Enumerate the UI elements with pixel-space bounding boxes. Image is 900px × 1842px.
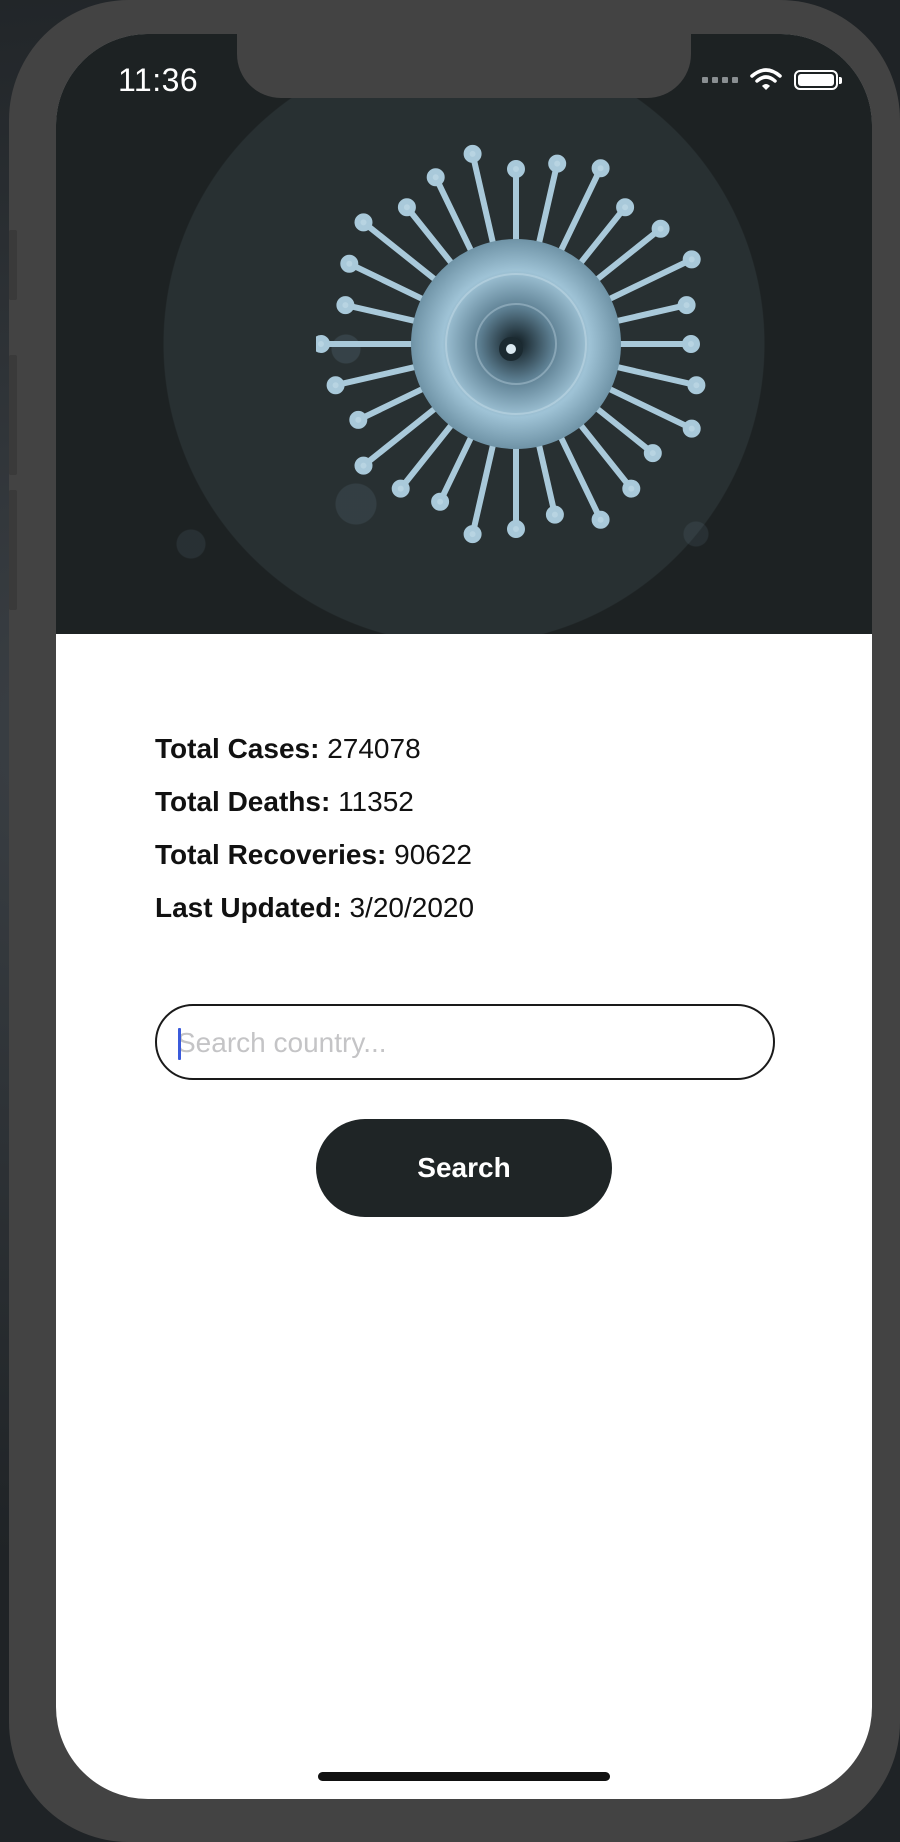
stat-value: 274078 [327, 733, 421, 764]
search-input[interactable] [175, 1006, 759, 1080]
search-field[interactable] [155, 1004, 775, 1080]
stats-panel: Total Cases: 274078 Total Deaths: 11352 … [155, 722, 474, 934]
volume-down-button [9, 490, 17, 610]
device-frame: 11:36 Total Cases: 274078 Total Deaths: … [9, 0, 900, 1842]
battery-icon [794, 70, 842, 90]
status-time: 11:36 [118, 62, 199, 98]
stat-value: 90622 [394, 839, 472, 870]
mute-switch [9, 230, 17, 300]
total-deaths-row: Total Deaths: 11352 [155, 775, 474, 828]
stat-value: 3/20/2020 [349, 892, 475, 923]
search-button[interactable]: Search [316, 1119, 612, 1217]
hero-banner [56, 34, 872, 634]
wifi-icon [750, 68, 782, 90]
stat-label: Total Deaths: [155, 786, 331, 817]
total-recoveries-row: Total Recoveries: 90622 [155, 828, 474, 881]
status-icons [702, 68, 842, 92]
notch [237, 34, 691, 98]
text-cursor [178, 1028, 181, 1060]
stat-value: 11352 [338, 786, 414, 817]
virus-icon [316, 144, 706, 544]
last-updated-row: Last Updated: 3/20/2020 [155, 881, 474, 934]
stat-label: Last Updated: [155, 892, 342, 923]
total-cases-row: Total Cases: 274078 [155, 722, 474, 775]
stat-label: Total Recoveries: [155, 839, 387, 870]
cellular-signal-icon [702, 77, 738, 83]
app-screen: 11:36 Total Cases: 274078 Total Deaths: … [56, 34, 872, 1799]
volume-up-button [9, 355, 17, 475]
stat-label: Total Cases: [155, 733, 320, 764]
home-indicator[interactable] [318, 1772, 610, 1781]
